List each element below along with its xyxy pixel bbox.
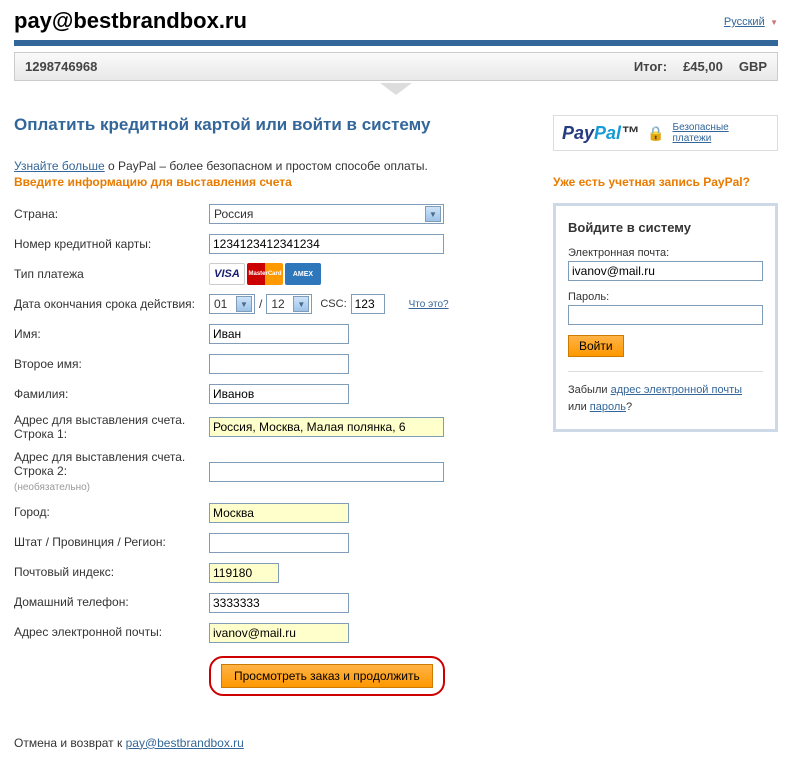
login-title: Войдите в систему: [568, 220, 763, 235]
last-name-input[interactable]: [209, 384, 349, 404]
login-box: Войдите в систему Электронная почта: Пар…: [553, 203, 778, 432]
phone-input[interactable]: [209, 593, 349, 613]
card-number-input[interactable]: [209, 234, 444, 254]
expand-arrow-icon: [380, 83, 412, 95]
footer: Отмена и возврат к pay@bestbrandbox.ru: [0, 696, 792, 760]
total-amount: £45,00: [683, 59, 723, 74]
billing-prompt: Введите информацию для выставления счета: [14, 175, 529, 189]
total-label: Итог:: [634, 59, 667, 74]
country-label: Страна:: [14, 207, 209, 221]
review-continue-button[interactable]: Просмотреть заказ и продолжить: [221, 664, 433, 688]
csc-input[interactable]: [351, 294, 385, 314]
phone-label: Домашний телефон:: [14, 595, 209, 609]
postal-input[interactable]: [209, 563, 279, 583]
address2-input[interactable]: [209, 462, 444, 482]
chevron-down-icon: ▼: [236, 296, 252, 312]
page-title: Оплатить кредитной картой или войти в си…: [14, 115, 529, 135]
expiry-label: Дата окончания срока действия:: [14, 297, 209, 311]
country-select[interactable]: Россия ▼: [209, 204, 444, 224]
expiry-month-select[interactable]: 01 ▼: [209, 294, 255, 314]
login-divider: [568, 371, 763, 372]
language-label: Русский: [724, 16, 765, 28]
forgot-text: Забыли адрес электронной почты или парол…: [568, 382, 763, 415]
csc-label: CSC:: [320, 298, 346, 310]
safe-payments-link[interactable]: Безопасные платежи: [673, 122, 770, 144]
amex-icon: AMEX: [285, 263, 321, 285]
total-currency: GBP: [739, 59, 767, 74]
language-selector[interactable]: Русский ▼: [724, 14, 778, 28]
login-password-input[interactable]: [568, 305, 763, 325]
existing-account-heading: Уже есть учетная запись PayPal?: [553, 175, 778, 189]
state-input[interactable]: [209, 533, 349, 553]
middle-name-label: Второе имя:: [14, 357, 209, 371]
forgot-password-link[interactable]: пароль: [590, 401, 626, 413]
middle-name-input[interactable]: [209, 354, 349, 374]
slash: /: [259, 297, 262, 311]
lock-icon: 🔒: [647, 125, 664, 142]
learn-more-link[interactable]: Узнайте больше: [14, 159, 105, 173]
address1-input[interactable]: [209, 417, 444, 437]
first-name-input[interactable]: [209, 324, 349, 344]
address1-label: Адрес для выставления счета. Строка 1:: [14, 413, 209, 442]
chevron-down-icon: ▼: [293, 296, 309, 312]
first-name-label: Имя:: [14, 327, 209, 341]
cancel-return-link[interactable]: pay@bestbrandbox.ru: [126, 736, 244, 750]
country-value: Россия: [214, 207, 253, 221]
email-input[interactable]: [209, 623, 349, 643]
mastercard-icon: MasterCard: [247, 263, 283, 285]
payment-type-label: Тип платежа: [14, 267, 209, 281]
paypal-badge: PayPal™ 🔒 Безопасные платежи: [553, 115, 778, 151]
submit-highlight: Просмотреть заказ и продолжить: [209, 656, 445, 696]
login-button[interactable]: Войти: [568, 335, 624, 357]
chevron-down-icon: ▼: [770, 18, 778, 27]
forgot-email-link[interactable]: адрес электронной почты: [611, 384, 742, 396]
login-email-input[interactable]: [568, 261, 763, 281]
email-label: Адрес электронной почты:: [14, 625, 209, 639]
login-password-label: Пароль:: [568, 291, 763, 303]
login-email-label: Электронная почта:: [568, 247, 763, 259]
paypal-logo-icon: PayPal™: [562, 123, 639, 144]
header-divider: [14, 40, 778, 46]
expiry-year-select[interactable]: 12 ▼: [266, 294, 312, 314]
city-input[interactable]: [209, 503, 349, 523]
postal-label: Почтовый индекс:: [14, 565, 209, 579]
state-label: Штат / Провинция / Регион:: [14, 535, 209, 549]
address2-label: Адрес для выставления счета. Строка 2: (…: [14, 450, 209, 494]
chevron-down-icon: ▼: [425, 206, 441, 222]
card-number-label: Номер кредитной карты:: [14, 237, 209, 251]
last-name-label: Фамилия:: [14, 387, 209, 401]
learn-more-text: о PayPal – более безопасном и простом сп…: [105, 159, 428, 173]
order-id: 1298746968: [25, 59, 97, 74]
csc-help-link[interactable]: Что это?: [409, 299, 449, 310]
visa-icon: VISA: [209, 263, 245, 285]
order-summary-bar[interactable]: 1298746968 Итог: £45,00 GBP: [14, 52, 778, 81]
city-label: Город:: [14, 505, 209, 519]
merchant-title: pay@bestbrandbox.ru: [14, 8, 247, 34]
